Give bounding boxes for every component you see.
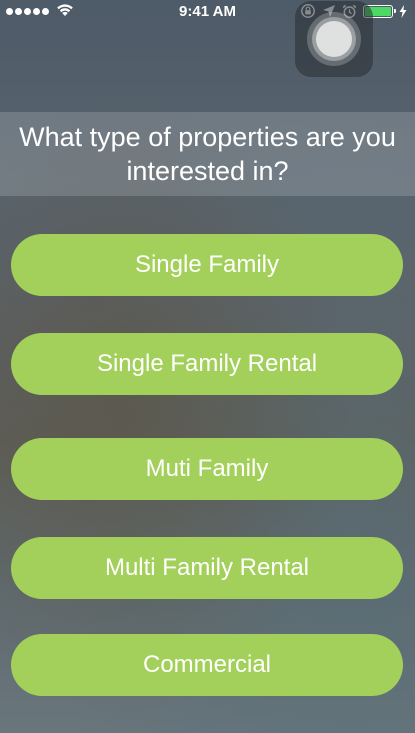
option-single-family-rental-button[interactable]: Single Family Rental xyxy=(11,333,403,395)
option-single-family-button[interactable]: Single Family xyxy=(11,234,403,296)
question-title: What type of properties are you interest… xyxy=(19,122,396,186)
question-banner: What type of properties are you interest… xyxy=(0,112,415,196)
assistive-touch-button[interactable] xyxy=(295,1,373,77)
charging-bolt-icon xyxy=(399,4,407,18)
option-commercial-button[interactable]: Commercial xyxy=(11,634,403,696)
option-multi-family-rental-button[interactable]: Multi Family Rental xyxy=(11,537,403,599)
option-multi-family-button[interactable]: Muti Family xyxy=(11,438,403,500)
